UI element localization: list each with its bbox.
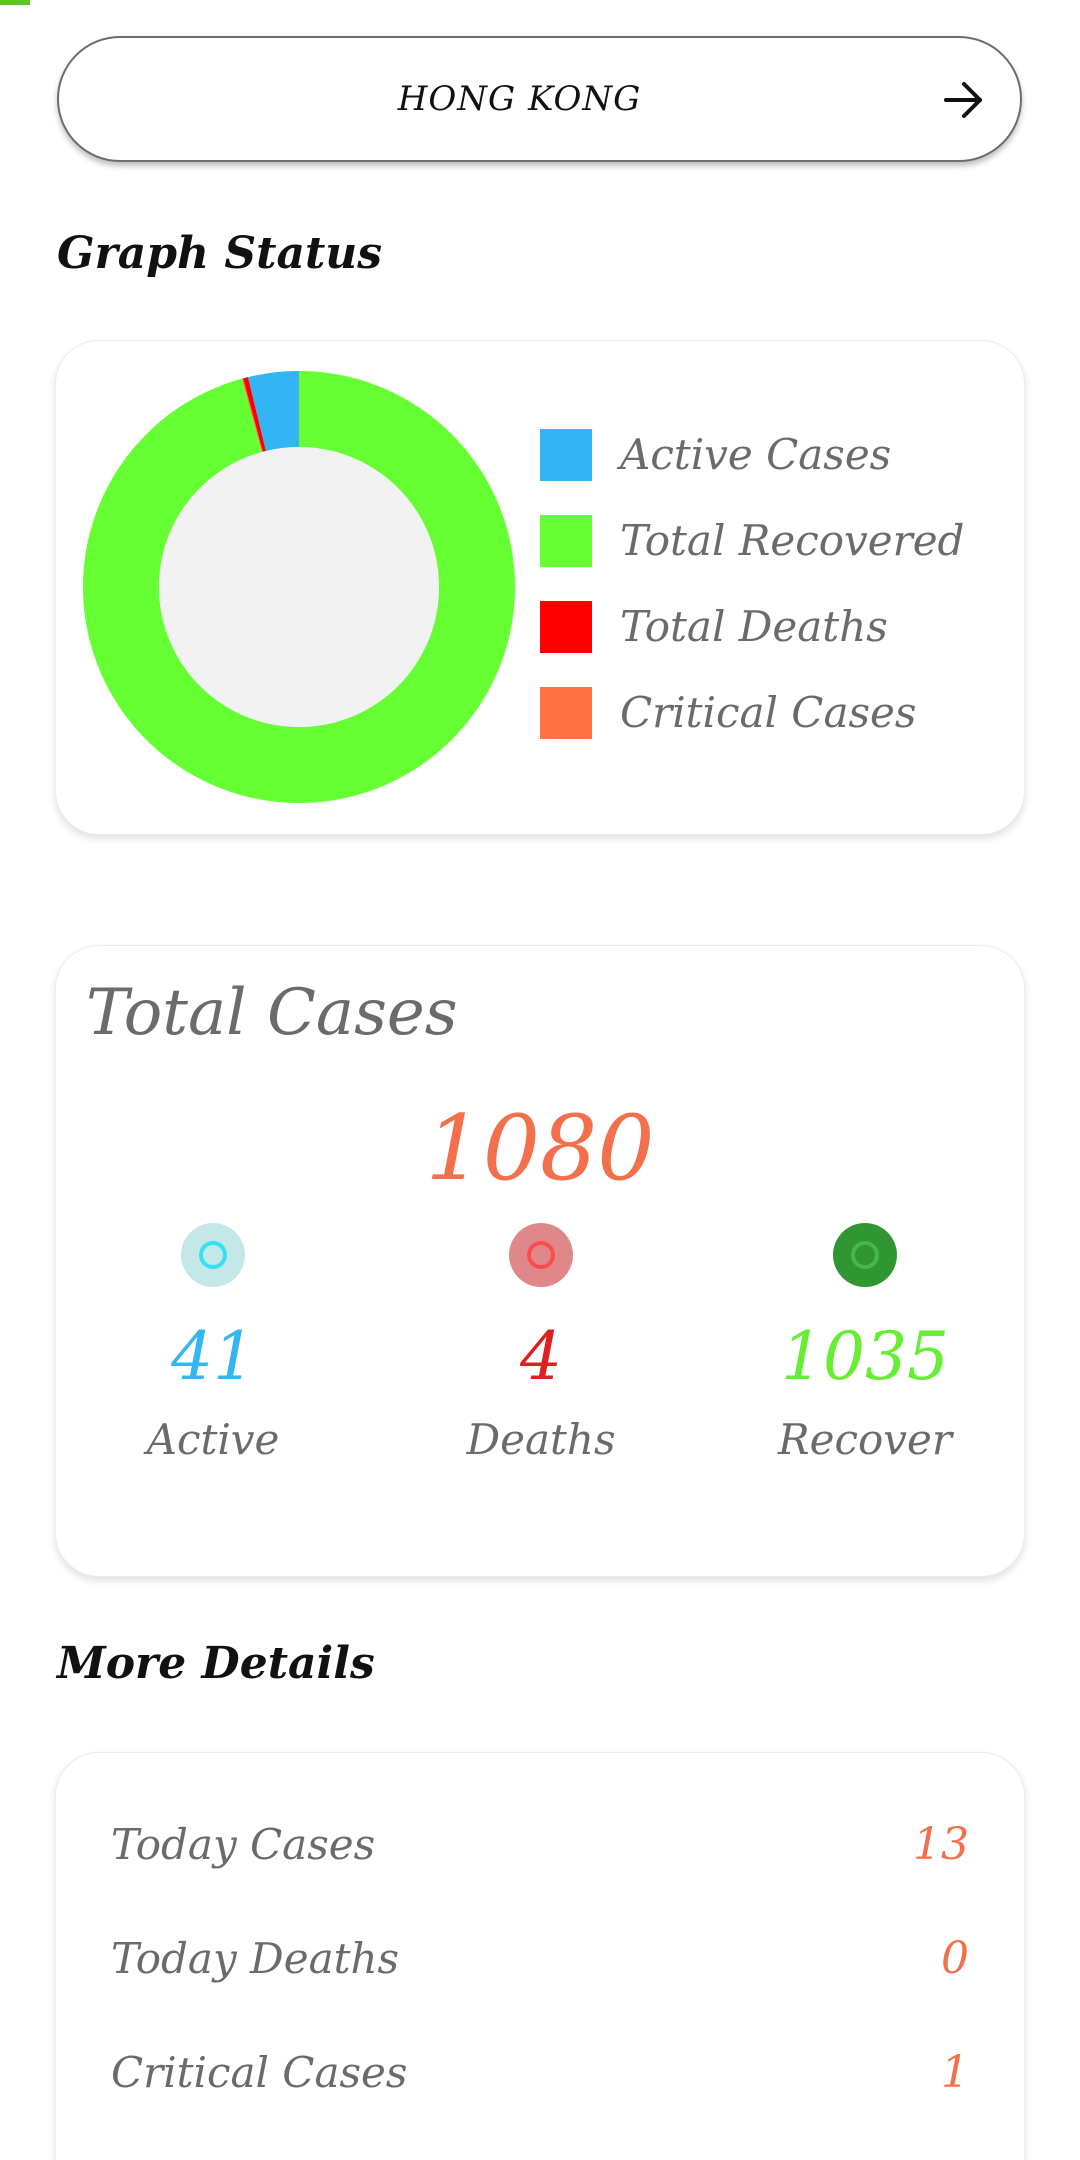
detail-label: Today Deaths [111,1934,400,1983]
graph-status-heading: Graph Status [57,228,383,279]
active-stat: 41 Active [83,1223,343,1464]
deaths-dot-icon [509,1223,573,1287]
country-selector-button[interactable]: HONG KONG [57,36,1022,162]
detail-row-critical-cases: Critical Cases 1 [111,2043,969,2103]
recover-dot-icon [833,1223,897,1287]
deaths-value: 4 [520,1318,562,1395]
donut-hole [159,447,439,727]
detail-label: Today Cases [111,1820,376,1869]
active-label: Active [146,1415,280,1464]
legend-swatch-active [540,429,592,481]
country-name: HONG KONG [397,79,642,119]
app-screen: HONG KONG Graph Status Active Cases Tota… [0,0,1080,2160]
total-cases-card: Total Cases 1080 41 Active 4 Deaths 1035… [55,945,1025,1577]
active-value: 41 [171,1318,255,1395]
legend-label-critical: Critical Cases [620,688,917,737]
legend-label-deaths: Total Deaths [620,602,888,651]
arrow-right-icon[interactable] [942,78,986,122]
more-details-heading: More Details [57,1638,375,1689]
detail-value: 0 [941,1933,969,1984]
deaths-stat: 4 Deaths [411,1223,671,1464]
active-dot-icon [181,1223,245,1287]
recover-value: 1035 [781,1318,949,1395]
legend-swatch-deaths [540,601,592,653]
legend-label-active: Active Cases [620,430,892,479]
status-accent [0,0,30,5]
recover-stat: 1035 Recover [735,1223,995,1464]
legend-swatch-critical [540,687,592,739]
detail-label: Critical Cases [111,2048,408,2097]
deaths-label: Deaths [466,1415,616,1464]
graph-card: Active Cases Total Recovered Total Death… [55,340,1025,835]
more-details-card: Today Cases 13 Today Deaths 0 Critical C… [55,1752,1025,2160]
legend-swatch-recovered [540,515,592,567]
legend-label-recovered: Total Recovered [620,516,965,565]
total-cases-title: Total Cases [86,976,458,1050]
recover-label: Recover [778,1415,952,1464]
donut-chart [83,371,515,803]
detail-row-today-cases: Today Cases 13 [111,1815,969,1875]
detail-value: 1 [941,2047,969,2098]
detail-value: 13 [913,1819,969,1870]
detail-row-today-deaths: Today Deaths 0 [111,1929,969,1989]
total-cases-value: 1080 [425,1096,655,1201]
